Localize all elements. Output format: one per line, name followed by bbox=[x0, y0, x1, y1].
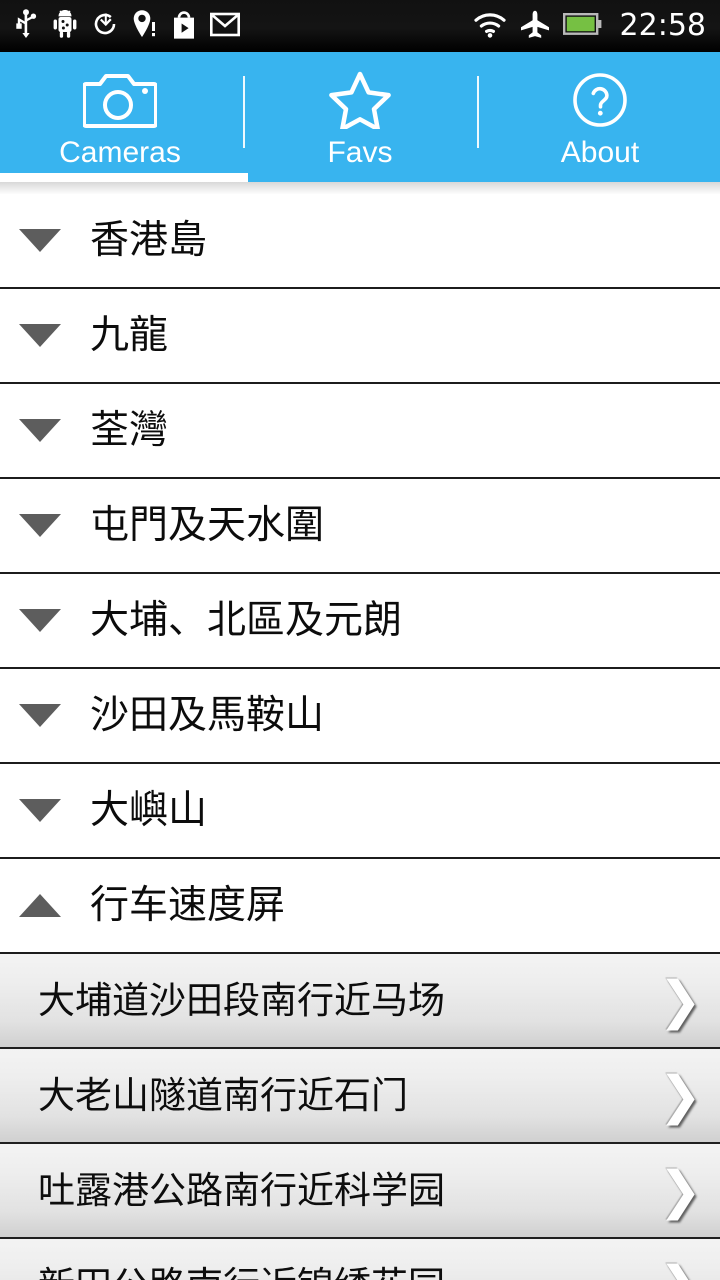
group-label: 行车速度屏 bbox=[90, 883, 286, 928]
chevron-right-icon: ❯ bbox=[658, 1160, 702, 1221]
group-row[interactable]: 大埔、北區及元朗 bbox=[0, 574, 720, 669]
group-row[interactable]: 屯門及天水圍 bbox=[0, 479, 720, 574]
question-circle-icon bbox=[571, 72, 629, 128]
triangle-down-icon bbox=[18, 668, 62, 763]
triangle-down-icon bbox=[18, 478, 62, 573]
status-bar-clock: 22:58 bbox=[619, 8, 706, 43]
tab-cameras[interactable]: Cameras bbox=[0, 52, 240, 182]
tab-cameras-label: Cameras bbox=[59, 136, 181, 169]
tab-divider-2 bbox=[477, 76, 479, 148]
group-label: 大嶼山 bbox=[90, 788, 208, 833]
airplane-mode-icon bbox=[520, 10, 550, 43]
list-item-label: 大老山隧道南行近石门 bbox=[38, 1074, 408, 1117]
group-row-expanded[interactable]: 行车速度屏 bbox=[0, 859, 720, 954]
camera-group-list[interactable]: 香港島 九龍 荃灣 屯門及天水圍 大埔、北區及元朗 沙田及馬鞍山 大嶼山 行车速… bbox=[0, 194, 720, 1280]
location-alert-icon bbox=[132, 9, 158, 43]
group-row[interactable]: 大嶼山 bbox=[0, 764, 720, 859]
list-item-label: 大埔道沙田段南行近马场 bbox=[38, 979, 445, 1022]
list-item[interactable]: 大老山隧道南行近石门 ❯ bbox=[0, 1049, 720, 1144]
battery-icon bbox=[562, 12, 603, 40]
status-bar-left-icons bbox=[14, 9, 473, 43]
triangle-up-icon bbox=[18, 858, 62, 953]
wifi-icon bbox=[473, 11, 507, 42]
chevron-right-icon: ❯ bbox=[658, 1260, 702, 1280]
group-label: 大埔、北區及元朗 bbox=[90, 598, 403, 643]
tab-about[interactable]: About bbox=[480, 52, 720, 182]
group-row[interactable]: 荃灣 bbox=[0, 384, 720, 479]
tab-divider-1 bbox=[243, 76, 245, 148]
tab-favs-label: Favs bbox=[327, 136, 393, 169]
triangle-down-icon bbox=[18, 573, 62, 668]
usb-icon bbox=[14, 9, 38, 43]
group-row[interactable]: 沙田及馬鞍山 bbox=[0, 669, 720, 764]
active-tab-indicator bbox=[0, 173, 248, 182]
triangle-down-icon bbox=[18, 383, 62, 478]
group-label: 屯門及天水圍 bbox=[90, 503, 325, 548]
list-item-label: 吐露港公路南行近科学园 bbox=[38, 1169, 445, 1212]
group-row[interactable]: 九龍 bbox=[0, 289, 720, 384]
group-row[interactable]: 香港島 bbox=[0, 194, 720, 289]
group-label: 沙田及馬鞍山 bbox=[90, 693, 325, 738]
tab-favs[interactable]: Favs bbox=[240, 52, 480, 182]
camera-icon bbox=[83, 72, 157, 128]
triangle-down-icon bbox=[18, 763, 62, 858]
status-bar: 22:58 bbox=[0, 0, 720, 52]
triangle-down-icon bbox=[18, 288, 62, 383]
gmail-icon bbox=[209, 12, 240, 41]
star-icon bbox=[329, 71, 391, 129]
sync-icon bbox=[92, 10, 118, 42]
android-debug-icon bbox=[52, 9, 78, 42]
status-bar-right-icons: 22:58 bbox=[473, 10, 706, 43]
chevron-right-icon: ❯ bbox=[658, 970, 702, 1031]
group-label: 香港島 bbox=[90, 218, 208, 263]
group-label: 九龍 bbox=[90, 313, 169, 358]
tab-about-label: About bbox=[560, 136, 640, 169]
triangle-down-icon bbox=[18, 194, 62, 288]
group-label: 荃灣 bbox=[90, 408, 169, 453]
chevron-right-icon: ❯ bbox=[658, 1065, 702, 1126]
list-item[interactable]: 吐露港公路南行近科学园 ❯ bbox=[0, 1144, 720, 1239]
list-item[interactable]: 新田公路南行近锦绣花园 ❯ bbox=[0, 1239, 720, 1280]
play-store-icon bbox=[172, 10, 196, 43]
list-item[interactable]: 大埔道沙田段南行近马场 ❯ bbox=[0, 954, 720, 1049]
tab-bar: Cameras Favs About bbox=[0, 52, 720, 182]
tab-bar-shadow bbox=[0, 182, 720, 194]
list-item-label: 新田公路南行近锦绣花园 bbox=[38, 1267, 445, 1280]
